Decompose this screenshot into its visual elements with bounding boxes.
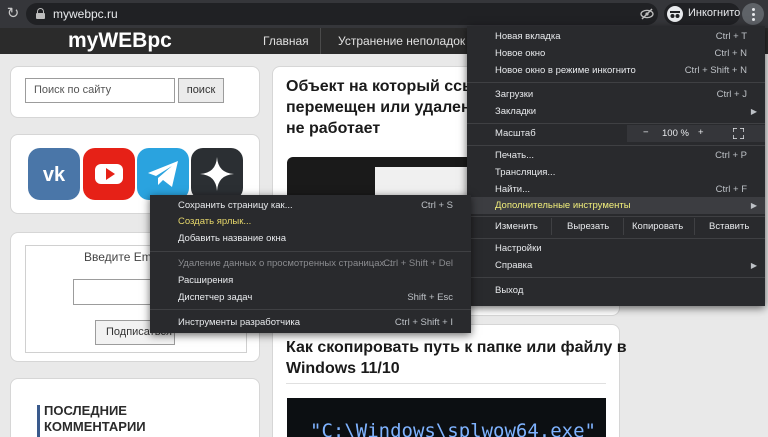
svg-text:vk: vk	[43, 164, 66, 186]
article-divider	[286, 383, 606, 384]
submenu-name-window[interactable]: Добавить название окна	[150, 230, 471, 247]
comments-heading: ПОСЛЕДНИЕ КОММЕНТАРИИ	[44, 403, 146, 434]
menu-settings[interactable]: Настройки	[467, 240, 765, 257]
chevron-right-icon: ▶	[750, 107, 757, 116]
menu-separator	[467, 216, 765, 217]
menu-new-window[interactable]: Новое окно Ctrl + N	[467, 45, 765, 62]
menu-find[interactable]: Найти... Ctrl + F	[467, 181, 765, 198]
submenu-extensions[interactable]: Расширения	[150, 272, 471, 289]
youtube-icon[interactable]	[83, 148, 135, 200]
submenu-save-page[interactable]: Сохранить страницу как... Ctrl + S	[150, 197, 471, 214]
menu-print[interactable]: Печать... Ctrl + P	[467, 147, 765, 164]
incognito-badge[interactable]: Инкогнито	[664, 3, 740, 25]
zoom-level: 100 %	[662, 128, 689, 139]
url-text[interactable]: mywebpc.ru	[53, 7, 118, 21]
incognito-icon	[667, 6, 683, 22]
chrome-menu-icon[interactable]	[742, 3, 764, 25]
chevron-right-icon: ▶	[750, 261, 757, 270]
menu-downloads[interactable]: Загрузки Ctrl + J	[467, 86, 765, 103]
lock-icon	[36, 8, 45, 19]
nav-home[interactable]: Главная	[263, 28, 309, 54]
search-button[interactable]: поиск	[178, 78, 224, 103]
menu-cast[interactable]: Трансляция...	[467, 164, 765, 181]
submenu-task-manager[interactable]: Диспетчер задач Shift + Esc	[150, 289, 471, 306]
paste-button[interactable]: Вставить	[709, 221, 749, 232]
nav-divider	[320, 28, 321, 54]
menu-separator	[467, 82, 765, 83]
vk-icon[interactable]: vk	[28, 148, 80, 200]
menu-new-tab[interactable]: Новая вкладка Ctrl + T	[467, 28, 765, 45]
incognito-label: Инкогнито	[688, 7, 741, 19]
nav-troubleshooting[interactable]: Устранение неполадок Win	[338, 28, 468, 54]
menu-separator	[467, 238, 765, 239]
site-logo[interactable]: myWEBpc	[68, 28, 172, 54]
menu-separator	[467, 145, 765, 146]
chrome-menu: Новая вкладка Ctrl + T Новое окно Ctrl + N…	[467, 26, 765, 306]
menu-more-tools[interactable]: Дополнительные инструменты ▶	[467, 197, 765, 214]
chevron-right-icon: ▶	[750, 201, 757, 210]
menu-separator	[467, 277, 765, 278]
zoom-label: Масштаб	[495, 128, 536, 139]
telegram-icon[interactable]	[137, 148, 189, 200]
copy-button[interactable]: Копировать	[632, 221, 683, 232]
menu-separator	[150, 251, 471, 252]
menu-help[interactable]: Справка ▶	[467, 257, 765, 274]
menu-exit[interactable]: Выход	[467, 282, 765, 299]
fullscreen-icon[interactable]	[733, 128, 744, 139]
article-title-2[interactable]: Как скопировать путь к папке или файлу в…	[286, 337, 627, 379]
menu-zoom-row: Масштаб − 100 % +	[467, 125, 765, 142]
zoom-in-button[interactable]: +	[698, 127, 704, 138]
menu-new-incognito[interactable]: Новое окно в режиме инкогнито Ctrl + Shif…	[467, 62, 765, 79]
submenu-create-shortcut[interactable]: Создать ярлык...	[150, 213, 471, 230]
zen-icon[interactable]	[191, 148, 243, 200]
thumbnail-path-text: "C:\Windows\splwow64.exe"	[310, 420, 596, 437]
submenu-clear-data[interactable]: Удаление данных о просмотренных страница…	[150, 255, 471, 272]
zoom-out-button[interactable]: −	[643, 127, 649, 138]
cut-button[interactable]: Вырезать	[567, 221, 609, 232]
menu-bookmarks[interactable]: Закладки ▶	[467, 103, 765, 120]
submenu-devtools[interactable]: Инструменты разработчика Ctrl + Shift + I	[150, 314, 471, 331]
menu-separator	[467, 123, 765, 124]
search-input[interactable]: Поиск по сайту	[25, 78, 175, 103]
menu-separator	[150, 309, 471, 310]
menu-edit-row: Изменить Вырезать Копировать Вставить	[467, 218, 765, 235]
more-tools-submenu: Сохранить страницу как... Ctrl + S Создат…	[150, 195, 471, 333]
article-title-1[interactable]: Объект на который ссыл перемещен или уда…	[286, 76, 488, 139]
browser-toolbar: ↻ mywebpc.ru ★ Инкогнито	[0, 0, 768, 28]
comments-accent	[37, 405, 40, 437]
reload-icon[interactable]: ↻	[4, 5, 22, 23]
eye-off-icon[interactable]	[640, 8, 654, 20]
edit-label: Изменить	[495, 221, 538, 232]
address-bar[interactable]: mywebpc.ru ★	[26, 3, 677, 25]
